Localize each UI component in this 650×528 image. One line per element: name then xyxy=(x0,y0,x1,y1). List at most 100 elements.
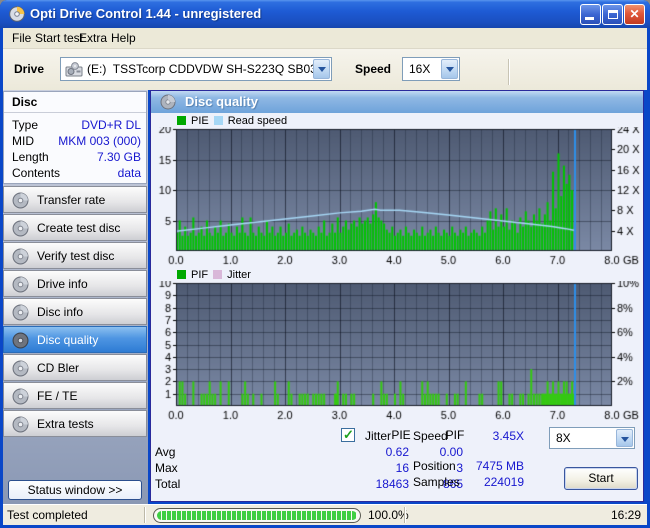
drive-select-arrow-icon[interactable] xyxy=(313,59,330,79)
jitter-checkbox[interactable]: ✓ xyxy=(341,427,355,442)
disc-icon xyxy=(12,276,29,293)
window-border-left xyxy=(0,28,3,528)
title-bar[interactable]: Opti Drive Control 1.44 - unregistered ✕ xyxy=(0,0,650,28)
test-speed-select[interactable]: 8X xyxy=(549,427,635,449)
disc-length-value: 7.30 GB xyxy=(96,150,141,164)
panel-title: Disc quality xyxy=(185,94,258,109)
statusbar-divider-2 xyxy=(404,507,406,523)
pie-chart-block: PIE Read speed xyxy=(151,113,643,267)
disc-mid-label: MID xyxy=(12,134,34,148)
drive-select[interactable]: (E:) TSSTcorp CDDVDW SH-S223Q SB03 xyxy=(60,57,332,81)
samples-stat-value: 224019 xyxy=(483,475,524,489)
disc-icon xyxy=(12,304,29,321)
status-message: Test completed xyxy=(7,508,88,522)
menu-help[interactable]: Help xyxy=(104,28,143,48)
disc-icon xyxy=(12,388,29,405)
disc-length-row: Length 7.30 GB xyxy=(4,149,148,165)
pif-chart-block: PIF Jitter xyxy=(151,267,643,421)
status-window-button[interactable]: Status window >> xyxy=(8,480,142,500)
test-speed-select-arrow-icon[interactable] xyxy=(616,429,633,447)
sidebar-item-disc-info[interactable]: Disc info xyxy=(3,298,147,325)
disc-panel-title: Disc xyxy=(12,95,38,109)
disc-mid-value: MKM 003 (000) xyxy=(58,134,141,148)
sidebar-item-label: Disc info xyxy=(37,305,84,319)
panel-header: Disc quality xyxy=(151,91,643,113)
disc-icon xyxy=(12,220,29,237)
start-button[interactable]: Start xyxy=(564,467,638,490)
pie-legend-label: PIE xyxy=(191,114,209,127)
minimize-icon xyxy=(585,17,594,20)
disc-contents-value: data xyxy=(117,166,141,180)
sidebar-item-drive-info[interactable]: Drive info xyxy=(3,270,147,297)
speed-label: Speed xyxy=(355,62,392,76)
pif-legend-swatch xyxy=(177,270,186,279)
pif-jitter-chart xyxy=(151,281,643,421)
sidebar-item-label: FE / TE xyxy=(37,389,78,403)
disc-icon xyxy=(12,192,29,209)
sidebar-item-verify-test-disc[interactable]: Verify test disc xyxy=(3,242,147,269)
disc-info-panel: Disc Type DVD+R DL MID MKM 003 (000) Len… xyxy=(3,91,147,184)
disc-mid-row: MID MKM 003 (000) xyxy=(4,133,148,149)
divider xyxy=(4,112,146,113)
speed-select-value: 16X xyxy=(409,62,431,76)
sidebar-item-cd-bler[interactable]: CD Bler xyxy=(3,354,147,381)
disc-type-value: DVD+R DL xyxy=(81,118,141,132)
sidebar-item-label: Transfer rate xyxy=(37,193,106,207)
pie-legend-swatch xyxy=(177,116,186,125)
sidebar-item-transfer-rate[interactable]: Transfer rate xyxy=(3,186,147,213)
disc-icon xyxy=(12,416,29,433)
minimize-button[interactable] xyxy=(580,4,601,25)
drive-select-value: (E:) TSSTcorp CDDVDW SH-S223Q SB03 xyxy=(87,62,317,76)
pie-read-speed-chart xyxy=(151,127,643,267)
disc-icon xyxy=(12,248,29,265)
maximize-button[interactable] xyxy=(602,4,623,25)
sidebar-item-label: Disc quality xyxy=(37,333,99,347)
stats-panel: PIE PIF Avg Max Total 0.62 16 18463 0.00… xyxy=(151,421,643,501)
speed-select-arrow-icon[interactable] xyxy=(441,59,458,79)
sidebar-item-label: Verify test disc xyxy=(37,249,115,263)
pie-chart-legend: PIE Read speed xyxy=(177,114,287,127)
toolbar-separator xyxy=(508,59,510,85)
disc-icon xyxy=(12,332,29,349)
pie-total-value: 18463 xyxy=(375,477,409,491)
sidebar-item-fe-te[interactable]: FE / TE xyxy=(3,382,147,409)
max-label: Max xyxy=(155,461,178,475)
jitter-legend-swatch xyxy=(213,270,223,279)
toolbar: Drive (E:) TSSTcorp CDDVDW SH-S223Q SB03… xyxy=(3,49,647,136)
sidebar-item-label: CD Bler xyxy=(37,361,80,375)
window-title: Opti Drive Control 1.44 - unregistered xyxy=(30,6,262,21)
jitter-checkbox-label: Jitter xyxy=(365,429,392,443)
drive-icon xyxy=(65,62,83,77)
sidebar-item-disc-quality[interactable]: Disc quality xyxy=(3,326,147,353)
read-speed-legend-swatch xyxy=(213,116,223,125)
close-button[interactable]: ✕ xyxy=(624,4,645,25)
disc-quality-icon xyxy=(160,94,176,110)
position-stat-value: 7475 MB xyxy=(475,459,524,473)
disc-quality-panel: Disc quality PIE Read speed PIF Jitter P… xyxy=(150,90,644,502)
app-window: Opti Drive Control 1.44 - unregistered ✕… xyxy=(0,0,650,528)
progress-fill xyxy=(157,511,357,520)
pif-legend-label: PIF xyxy=(191,268,209,281)
disc-length-label: Length xyxy=(12,150,49,164)
statusbar-divider xyxy=(144,507,146,523)
sidebar-item-create-test-disc[interactable]: Create test disc xyxy=(3,214,147,241)
disc-contents-row: Contents data xyxy=(4,165,148,181)
speed-stat-label: Speed xyxy=(413,429,448,443)
pie-avg-value: 0.62 xyxy=(385,445,409,459)
disc-type-label: Type xyxy=(12,118,39,132)
clock-time: 16:29 xyxy=(610,508,641,522)
jitter-legend-label: Jitter xyxy=(227,268,251,281)
progress-percent: 100.0% xyxy=(368,508,409,522)
sidebar-item-label: Extra tests xyxy=(37,417,94,431)
menu-bar: File Start test Extra Help xyxy=(3,28,647,49)
maximize-icon xyxy=(608,10,618,19)
disc-type-row: Type DVD+R DL xyxy=(4,117,148,133)
drive-label: Drive xyxy=(14,62,45,76)
pie-max-value: 16 xyxy=(395,461,409,475)
checkmark-icon: ✓ xyxy=(343,427,354,442)
total-label: Total xyxy=(155,477,181,491)
sidebar-item-extra-tests[interactable]: Extra tests xyxy=(3,410,147,437)
pif-avg-value: 0.00 xyxy=(439,445,463,459)
speed-select[interactable]: 16X xyxy=(402,57,460,81)
read-speed-legend-label: Read speed xyxy=(227,114,288,127)
